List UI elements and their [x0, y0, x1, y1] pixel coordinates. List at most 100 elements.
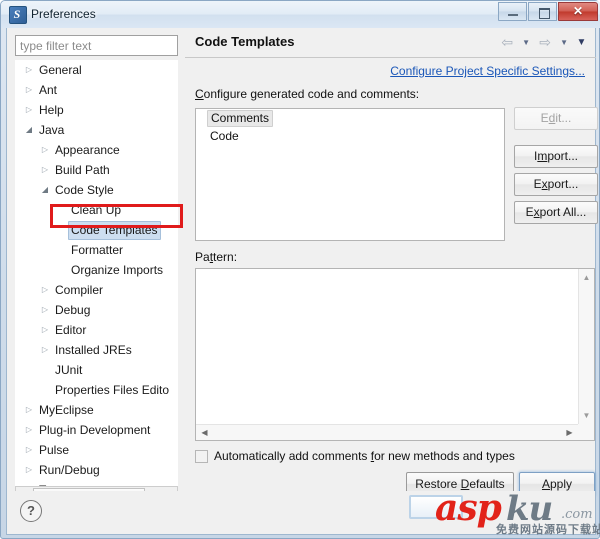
tree-item-java[interactable]: ◢ Java: [15, 120, 178, 140]
tree-item-label: Properties Files Edito: [55, 383, 170, 397]
forward-arrow-icon[interactable]: ⇨: [537, 35, 553, 50]
tree-item-label: Debug: [55, 303, 91, 317]
configure-label-rest: onfigure generated code and comments:: [203, 87, 420, 101]
template-item-comments[interactable]: Comments: [207, 109, 504, 127]
edit-button[interactable]: Edit...: [514, 107, 598, 130]
template-item-label: Comments: [207, 110, 274, 127]
tree-collapse-arrow-icon[interactable]: ▷: [39, 300, 51, 320]
scroll-down-arrow-icon[interactable]: ▼: [579, 408, 594, 423]
tree-collapse-arrow-icon[interactable]: ▷: [23, 440, 35, 460]
auto-comments-label: Automatically add comments for new metho…: [214, 449, 515, 464]
tree-item-junit[interactable]: JUnit: [15, 360, 178, 380]
tree-expand-arrow-icon[interactable]: ◢: [23, 120, 35, 140]
tree-item-label: Clean Up: [71, 203, 122, 217]
close-icon: ✕: [572, 4, 584, 18]
tree-collapse-arrow-icon[interactable]: ▷: [23, 100, 35, 120]
tree-item-general[interactable]: ▷ General: [15, 60, 178, 80]
tree-item-label: General: [39, 63, 82, 77]
tree-item-label: Run/Debug: [39, 463, 100, 477]
tree-item-pulse[interactable]: ▷ Pulse: [15, 440, 178, 460]
template-item-code[interactable]: Code: [207, 127, 504, 145]
template-category-list[interactable]: Comments Code: [195, 108, 505, 241]
tree-item-appearance[interactable]: ▷ Appearance: [15, 140, 178, 160]
tree-collapse-arrow-icon[interactable]: ▷: [39, 280, 51, 300]
tree-item-label: Installed JREs: [55, 343, 132, 357]
maximize-icon: [539, 8, 550, 19]
button-label-mnemonic: m: [537, 149, 548, 163]
tree-item-properties-files-edito[interactable]: Properties Files Edito: [15, 380, 178, 400]
pattern-label-prefix: Pa: [195, 250, 210, 264]
forward-menu-chevron-icon[interactable]: ▼: [558, 35, 571, 50]
template-item-label: Code: [210, 129, 239, 143]
configure-generated-code-label: Configure generated code and comments:: [195, 87, 419, 101]
tree-item-label: Editor: [55, 323, 87, 337]
tree-item-ant[interactable]: ▷ Ant: [15, 80, 178, 100]
export-button[interactable]: Export...: [514, 173, 598, 196]
tree-collapse-arrow-icon[interactable]: ▷: [39, 160, 51, 180]
tree-collapse-arrow-icon[interactable]: ▷: [23, 60, 35, 80]
tree-collapse-arrow-icon[interactable]: ▷: [23, 460, 35, 480]
tree-item-label: Help: [39, 103, 64, 117]
tree-item-label: Pulse: [39, 443, 70, 457]
tree-item-installed-jres[interactable]: ▷ Installed JREs: [15, 340, 178, 360]
tree-item-debug[interactable]: ▷ Debug: [15, 300, 178, 320]
watermark-text-chinese: 免费网站源码下载站: [496, 523, 600, 536]
view-menu-chevron-icon[interactable]: ▼: [575, 35, 588, 50]
tree-collapse-arrow-icon[interactable]: ▷: [39, 140, 51, 160]
close-button[interactable]: ✕: [558, 2, 598, 21]
button-label-prefix: E: [525, 205, 534, 219]
pattern-horizontal-scrollbar[interactable]: ◀ ▶: [196, 424, 594, 440]
tree-item-code-templates[interactable]: Code Templates: [15, 220, 178, 240]
title-bar: S Preferences ✕: [1, 1, 600, 28]
preferences-window: S Preferences ✕ ▷ General ▷ Ant ▷ Help ◢ Java ▷ A…: [0, 0, 600, 539]
tree-item-myeclipse[interactable]: ▷ MyEclipse: [15, 400, 178, 420]
import-button[interactable]: Import...: [514, 145, 598, 168]
tree-collapse-arrow-icon[interactable]: ▷: [39, 340, 51, 360]
tree-item-formatter[interactable]: Formatter: [15, 240, 178, 260]
maximize-button[interactable]: [528, 2, 557, 21]
pattern-label: Pattern:: [195, 250, 237, 264]
tree-item-clean-up[interactable]: Clean Up: [15, 200, 178, 220]
tree-item-code-style[interactable]: ◢ Code Style: [15, 180, 178, 200]
preferences-app-icon: S: [9, 6, 27, 24]
tree-item-help[interactable]: ▷ Help: [15, 100, 178, 120]
pattern-textarea[interactable]: ▲ ▼ ◀ ▶: [195, 268, 595, 441]
back-arrow-icon[interactable]: ⇦: [499, 35, 515, 50]
tree-item-label: MyEclipse: [39, 403, 94, 417]
tree-item-label: Code Templates: [68, 221, 161, 240]
tree-expand-arrow-icon[interactable]: ◢: [39, 180, 51, 200]
back-menu-chevron-icon[interactable]: ▼: [520, 35, 533, 50]
scroll-up-arrow-icon[interactable]: ▲: [579, 270, 594, 285]
button-label-prefix: E: [540, 111, 549, 125]
filter-input[interactable]: [15, 35, 178, 56]
tree-item-plug-in-development[interactable]: ▷ Plug-in Development: [15, 420, 178, 440]
site-watermark: asp ku .com 免费网站源码下载站: [409, 487, 600, 538]
export-all-button[interactable]: Export All...: [514, 201, 598, 224]
preferences-tree[interactable]: ▷ General ▷ Ant ▷ Help ◢ Java ▷ Appearance ▷ Build …: [15, 60, 178, 486]
minimize-button[interactable]: [498, 2, 527, 21]
watermark-text-asp: asp: [435, 487, 502, 529]
tree-item-build-path[interactable]: ▷ Build Path: [15, 160, 178, 180]
page-header: Code Templates ⇦ ▼ ⇨ ▼ ▼: [185, 28, 596, 58]
tree-collapse-arrow-icon[interactable]: ▷: [39, 320, 51, 340]
tree-item-organize-imports[interactable]: Organize Imports: [15, 260, 178, 280]
tree-collapse-arrow-icon[interactable]: ▷: [23, 400, 35, 420]
button-label-suffix: it...: [555, 111, 572, 125]
configure-label-mnemonic: C: [195, 87, 204, 101]
tree-item-label: Formatter: [71, 243, 124, 257]
auto-comments-label-prefix: Automatically add comments: [214, 449, 371, 463]
auto-comments-checkbox[interactable]: [195, 450, 208, 463]
tree-item-label: Plug-in Development: [39, 423, 151, 437]
pattern-vertical-scrollbar[interactable]: ▲ ▼: [578, 269, 594, 424]
page-title: Code Templates: [195, 34, 295, 49]
tree-item-run-debug[interactable]: ▷ Run/Debug: [15, 460, 178, 480]
pattern-scroll-left-arrow-icon[interactable]: ◀: [197, 425, 212, 440]
help-icon[interactable]: ?: [20, 500, 42, 522]
apply-suffix: pply: [550, 477, 573, 491]
pattern-scroll-right-arrow-icon[interactable]: ▶: [562, 425, 577, 440]
tree-collapse-arrow-icon[interactable]: ▷: [23, 420, 35, 440]
tree-item-compiler[interactable]: ▷ Compiler: [15, 280, 178, 300]
configure-project-specific-settings-link[interactable]: Configure Project Specific Settings...: [390, 64, 585, 78]
tree-item-editor[interactable]: ▷ Editor: [15, 320, 178, 340]
tree-collapse-arrow-icon[interactable]: ▷: [23, 80, 35, 100]
